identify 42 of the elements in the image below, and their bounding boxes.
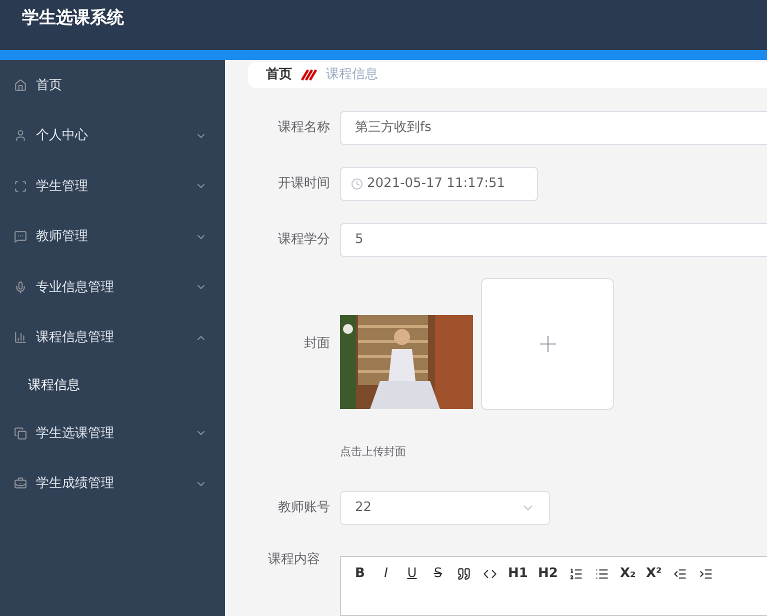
message-icon (14, 230, 27, 244)
rich-text-editor[interactable]: B I U S H1 H2 X₂ X² (340, 556, 767, 616)
field-label: 封面 (304, 334, 330, 353)
sidebar-item[interactable]: 学生管理 (0, 161, 225, 212)
clock-icon (351, 178, 363, 190)
select-field[interactable]: 22 (340, 491, 550, 525)
breadcrumb-link[interactable]: 首页 (266, 65, 292, 84)
format-button[interactable]: S (429, 565, 447, 583)
sidebar-item[interactable]: 课程信息管理 (0, 312, 225, 363)
date-picker[interactable]: 2021-05-17 11:17:51 (340, 166, 538, 200)
format-button[interactable]: H1 (507, 565, 529, 583)
format-button[interactable]: H2 (536, 565, 559, 583)
sidebar-item[interactable]: 个人中心 (0, 110, 225, 161)
quote-button[interactable] (455, 565, 473, 583)
text-input[interactable]: 5 (340, 222, 767, 256)
separator-icon (300, 68, 318, 82)
format-button[interactable]: X² (644, 565, 663, 583)
bar-chart-icon (14, 331, 27, 344)
briefcase-icon (14, 477, 27, 490)
field-label: 教师账号 (277, 499, 330, 518)
sidebar-item[interactable]: 首页 (0, 60, 225, 110)
sidebar-subitem[interactable]: 课程信息 (0, 363, 225, 408)
sidebar-item[interactable]: 学生选课管理 (0, 408, 225, 458)
microphone-icon (14, 280, 27, 294)
app-title: 学生选课系统 (22, 7, 124, 30)
home-icon (14, 78, 27, 92)
field-label: 课程名称 (277, 118, 330, 137)
field-label: 开课时间 (277, 174, 330, 193)
format-button[interactable]: X₂ (618, 565, 637, 583)
upload-hint: 点击上传封面 (340, 444, 407, 460)
format-button[interactable]: B (351, 565, 369, 583)
copy-icon (14, 426, 27, 440)
text-input[interactable]: 第三方收到fs (340, 110, 767, 144)
field-label: 课程内容 (268, 552, 320, 567)
scan-icon (14, 180, 27, 193)
field-label: 课程学分 (277, 230, 330, 249)
format-button[interactable]: I (377, 565, 395, 583)
user-icon (14, 129, 27, 142)
sidebar-item[interactable]: 教师管理 (0, 212, 225, 262)
sidebar-item[interactable]: 学生成绩管理 (0, 458, 225, 509)
format-button[interactable]: U (403, 565, 421, 583)
sidebar-item[interactable]: 专业信息管理 (0, 262, 225, 312)
